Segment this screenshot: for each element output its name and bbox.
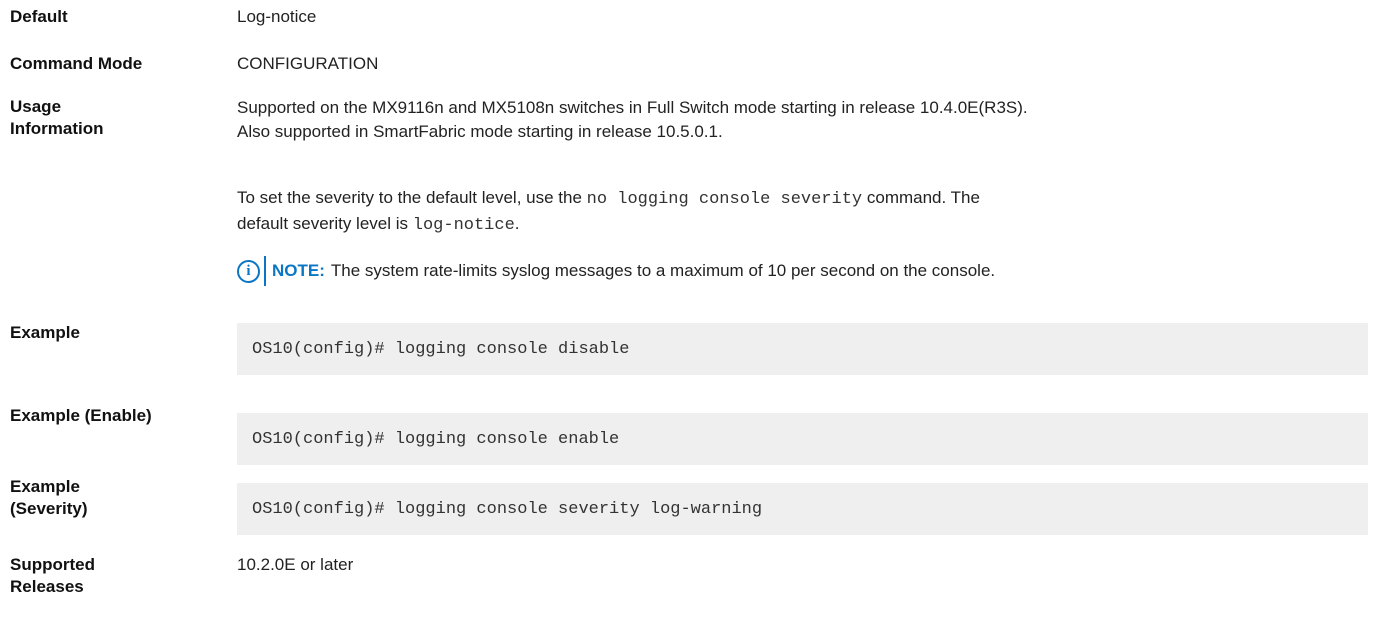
supported-label-line2: Releases (10, 577, 84, 596)
usage-para2-line2: default severity level is log-notice. (237, 212, 1338, 238)
example-severity-label-line2: (Severity) (10, 499, 88, 518)
example-enable-code-block: OS10(config)# logging console enable (237, 413, 1368, 465)
command-mode-value: CONFIGURATION (237, 54, 379, 73)
note: i NOTE: The system rate-limits syslog me… (237, 256, 1338, 286)
supported-releases-value: 10.2.0E or later (237, 555, 354, 574)
command-mode-label: Command Mode (10, 54, 143, 73)
usage-paragraph-1: Supported on the MX9116n and MX5108n swi… (237, 96, 1338, 144)
note-text: The system rate-limits syslog messages t… (330, 261, 996, 280)
supported-label-line1: Supported (10, 555, 95, 574)
example-code: OS10(config)# logging console disable (252, 339, 630, 359)
example-enable-label: Example (Enable) (10, 406, 152, 425)
note-label: NOTE: (272, 261, 325, 280)
usage-label: Usage Information (10, 96, 220, 140)
usage-para2-code: no logging console severity (586, 190, 863, 209)
example-code-block: OS10(config)# logging console disable (237, 323, 1368, 375)
example-severity-code-block: OS10(config)# logging console severity l… (237, 483, 1368, 535)
usage-para2-line2-code: log-notice (412, 216, 515, 235)
default-value: Log-notice (237, 7, 317, 26)
usage-label-line1: Usage (10, 97, 62, 116)
example-severity-label: Example (Severity) (10, 476, 220, 520)
default-label: Default (10, 7, 68, 26)
supported-releases-label: Supported Releases (10, 554, 220, 598)
example-label: Example (10, 323, 80, 342)
usage-label-line2: Information (10, 119, 104, 138)
note-divider (264, 256, 266, 286)
usage-para1-line2: Also supported in SmartFabric mode start… (237, 122, 723, 141)
example-severity-label-line1: Example (10, 477, 80, 496)
usage-para1-line1: Supported on the MX9116n and MX5108n swi… (237, 98, 1028, 117)
usage-paragraph-2: To set the severity to the default level… (237, 186, 1338, 238)
example-enable-code: OS10(config)# logging console enable (252, 429, 620, 449)
example-severity-code: OS10(config)# logging console severity l… (252, 499, 763, 519)
info-icon: i (237, 259, 260, 283)
usage-para2-line2-post: . (514, 214, 520, 233)
usage-para2-line2-pre: default severity level is (237, 214, 409, 233)
usage-para2-line1: To set the severity to the default level… (237, 186, 1338, 212)
usage-para2-post: command. The (866, 188, 980, 207)
usage-para2-pre: To set the severity to the default level… (237, 188, 582, 207)
